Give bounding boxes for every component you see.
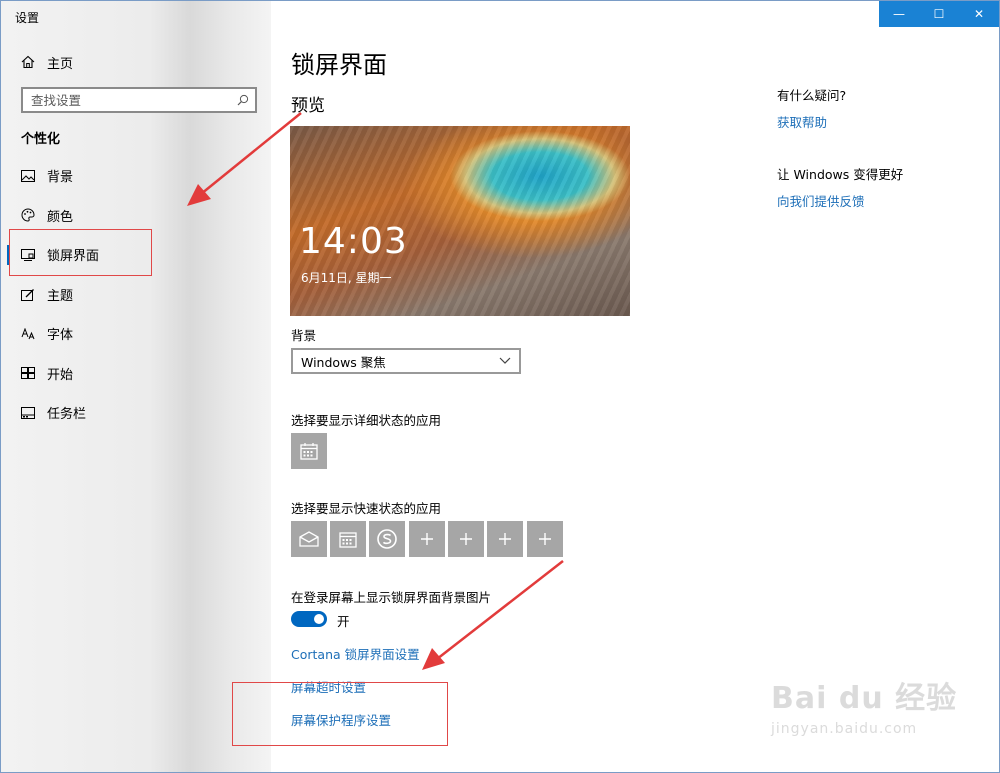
mail-icon [299, 531, 319, 547]
minimize-button[interactable]: — [879, 1, 919, 27]
sidebar-item-label: 任务栏 [47, 407, 87, 423]
plus-icon [421, 533, 433, 545]
palette-icon [21, 208, 35, 222]
cortana-lockscreen-link[interactable]: Cortana 锁屏界面设置 [291, 644, 420, 663]
baidu-watermark: Bai du 经验 jingyan.baidu.com [771, 673, 991, 753]
home-icon [21, 55, 35, 69]
app-title: 设置 [15, 11, 40, 25]
quick-status-skype-tile[interactable] [369, 521, 405, 557]
help-question: 有什么疑问? [777, 88, 847, 103]
sidebar-nav: 背景 颜色 锁屏界面 主题 字体 开始 任务栏 [1, 156, 271, 433]
sidebar-item-background[interactable]: 背景 [1, 156, 271, 196]
sidebar-item-fonts[interactable]: 字体 [1, 314, 271, 354]
chevron-down-icon [499, 357, 511, 364]
preview-clock: 14:03 [299, 221, 408, 262]
annotation-box-lockscreen [9, 229, 152, 276]
calendar-icon [300, 443, 318, 460]
search-icon[interactable] [237, 94, 249, 106]
font-icon [21, 327, 35, 341]
search-input[interactable] [31, 92, 221, 108]
sidebar: 设置 主页 个性化 背景 [1, 1, 271, 772]
improve-title: 让 Windows 变得更好 [777, 167, 904, 182]
help-section: 有什么疑问? 获取帮助 [777, 85, 846, 131]
quick-status-calendar-tile[interactable] [330, 521, 366, 557]
signin-bg-label: 在登录屏幕上显示锁屏界面背景图片 [291, 590, 492, 605]
background-select-value: Windows 聚焦 [301, 354, 386, 370]
feedback-link[interactable]: 向我们提供反馈 [777, 191, 903, 210]
quick-status-add-tile[interactable] [448, 521, 484, 557]
sidebar-item-taskbar[interactable]: 任务栏 [1, 393, 271, 433]
settings-window: 设置 主页 个性化 背景 [0, 0, 1000, 773]
sidebar-item-label: 主题 [47, 288, 74, 304]
background-select[interactable]: Windows 聚焦 [291, 348, 521, 374]
sidebar-item-start[interactable]: 开始 [1, 354, 271, 394]
lockscreen-preview: 14:03 6月11日, 星期一 [290, 126, 630, 316]
window-controls: — ☐ ✕ [879, 1, 999, 27]
main-content: 锁屏界面 预览 14:03 6月11日, 星期一 背景 Windows 聚焦 选… [271, 1, 999, 772]
search-box[interactable] [21, 87, 257, 113]
detailed-status-label: 选择要显示详细状态的应用 [291, 413, 442, 428]
annotation-box-links [232, 682, 448, 746]
sidebar-item-label: 背景 [47, 170, 74, 186]
plus-icon [539, 533, 551, 545]
home-label: 主页 [47, 56, 74, 72]
preview-date: 6月11日, 星期一 [301, 271, 392, 285]
taskbar-icon [21, 406, 35, 420]
watermark-logo: Bai du 经验 [771, 681, 958, 716]
feedback-section: 让 Windows 变得更好 向我们提供反馈 [777, 164, 903, 210]
sidebar-item-themes[interactable]: 主题 [1, 275, 271, 315]
sidebar-item-label: 颜色 [47, 209, 74, 225]
start-icon [21, 366, 35, 380]
detailed-status-calendar-tile[interactable] [291, 433, 327, 469]
maximize-button[interactable]: ☐ [919, 1, 959, 27]
preview-title: 预览 [291, 96, 325, 116]
signin-bg-toggle[interactable] [291, 611, 327, 627]
section-title: 个性化 [21, 132, 61, 147]
sidebar-item-label: 字体 [47, 328, 74, 344]
plus-icon [460, 533, 472, 545]
quick-status-mail-tile[interactable] [291, 521, 327, 557]
home-nav[interactable]: 主页 [21, 51, 73, 73]
get-help-link[interactable]: 获取帮助 [777, 112, 846, 131]
toggle-state-label: 开 [337, 614, 350, 629]
close-button[interactable]: ✕ [959, 1, 999, 27]
quick-status-label: 选择要显示快速状态的应用 [291, 501, 442, 516]
quick-status-add-tile[interactable] [527, 521, 563, 557]
page-title: 锁屏界面 [291, 51, 387, 79]
skype-icon [377, 529, 397, 549]
background-label: 背景 [291, 328, 317, 343]
quick-status-add-tile[interactable] [487, 521, 523, 557]
image-icon [21, 169, 35, 183]
watermark-url: jingyan.baidu.com [771, 721, 918, 737]
plus-icon [499, 533, 511, 545]
quick-status-add-tile[interactable] [409, 521, 445, 557]
calendar-icon [339, 532, 357, 548]
theme-icon [21, 287, 35, 301]
sidebar-item-label: 开始 [47, 367, 74, 383]
